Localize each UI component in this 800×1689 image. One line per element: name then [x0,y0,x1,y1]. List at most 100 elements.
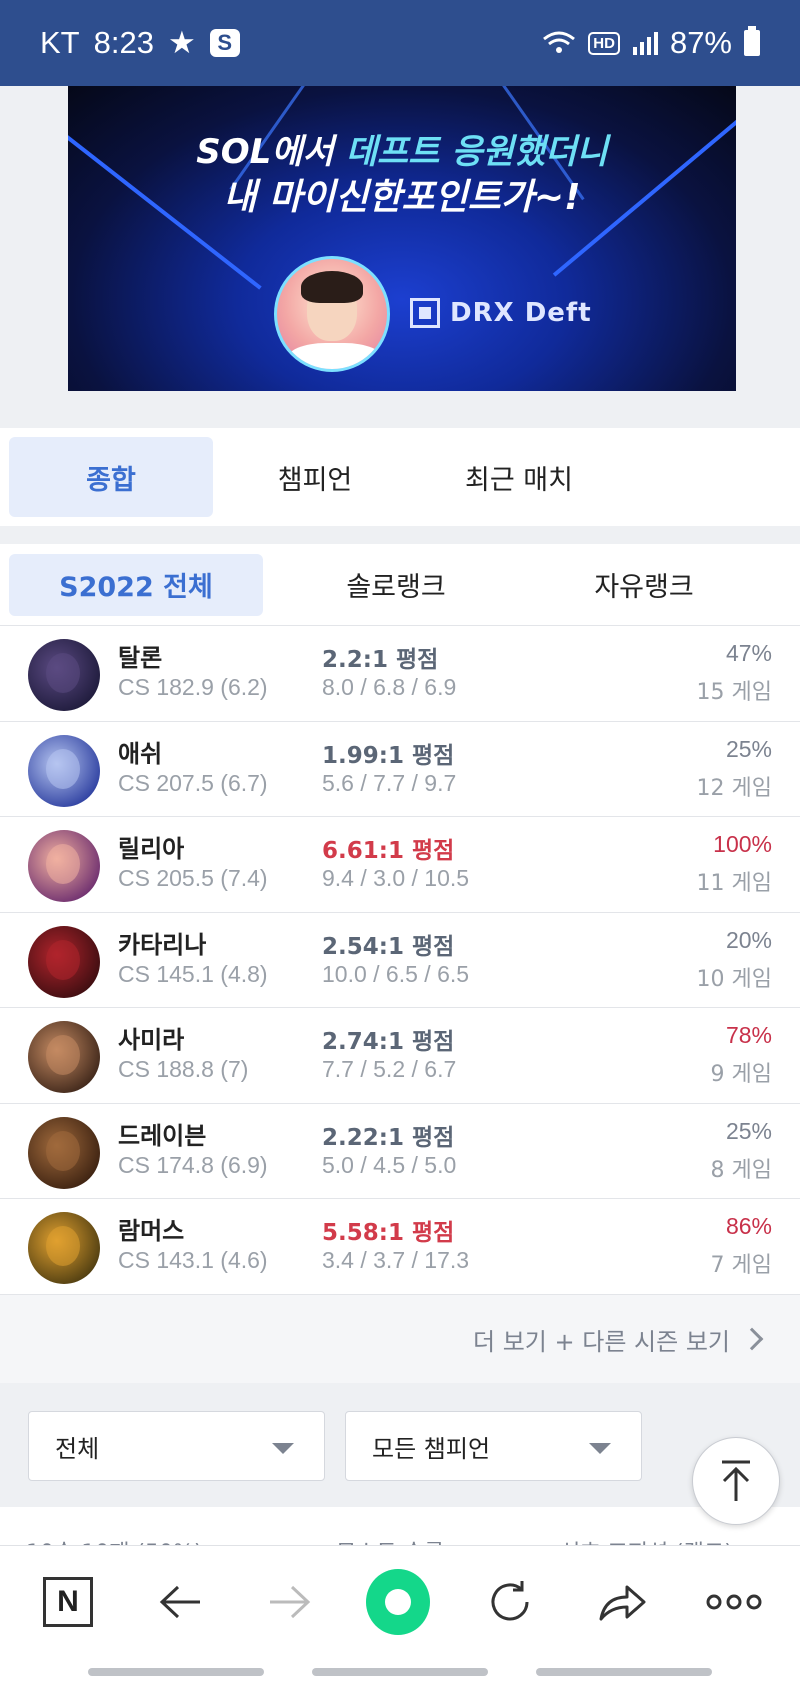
champion-cs: CS 145.1 (4.8) [118,960,268,987]
banner-headline: SOL에서 데프트 응원했더니 [196,132,608,172]
arrow-left-icon [159,1585,200,1619]
gesture-bar [312,1668,488,1676]
more-dots-icon [706,1594,762,1610]
season-tabs: S2022 전체 솔로랭크 자유랭크 [0,544,800,626]
carrier: KT [40,25,80,60]
more-seasons-link[interactable]: 더 보기 + 다른 시즌 보기 [0,1295,800,1383]
champion-avatar [28,1021,100,1093]
summary-header-peek: 10승 10패 (50%) 모스트 승률 선호 포지션 (랭크) [0,1507,800,1547]
wifi-icon [543,31,576,53]
list-item[interactable]: 탈론 CS 182.9 (6.2) 2.2:1 평점 8.0 / 6.8 / 6… [0,626,800,722]
champion-games: 7 게임 [710,1253,772,1278]
arrow-right-icon [270,1585,311,1619]
status-bar: KT 8:23 ★ S HD 87% [0,0,800,86]
tab-champion[interactable]: 챔피언 [213,437,417,517]
champion-avatar [28,925,100,998]
champion-cs: CS 182.9 (6.2) [118,674,268,700]
queue-select[interactable]: 전체 [28,1411,325,1481]
champion-avatar [28,734,100,807]
champion-winrate: 47% [725,640,772,666]
champion-avatar [28,1116,100,1189]
champion-avatar [28,1212,100,1284]
team-logo-icon [410,298,440,328]
team-brand: DRX Deft [410,298,592,328]
champion-name: 애쉬 [118,739,163,768]
banner-area: SOL에서 데프트 응원했더니 내 마이신한포인트가~! DRX Deft [0,86,800,428]
champion-kda: 3.4 / 3.7 / 17.3 [322,1247,470,1273]
list-item[interactable]: 릴리아 CS 205.5 (7.4) 6.61:1 평점 9.4 / 3.0 /… [0,817,800,913]
refresh-icon [491,1581,529,1621]
browser-toolbar: N [0,1545,800,1689]
battery-percent: 87% [669,25,732,60]
champion-name: 드레이븐 [118,1121,207,1150]
champion-cs: CS 207.5 (6.7) [118,769,268,796]
champion-winrate: 78% [725,1022,772,1048]
star-icon: ★ [167,25,196,60]
chevron-down-icon [589,1443,611,1454]
champion-kda-ratio: 5.58:1 평점 [322,1220,455,1246]
tab-summary[interactable]: 종합 [9,437,213,517]
tab-season-all[interactable]: S2022 전체 [9,553,263,616]
champion-select[interactable]: 모든 챔피언 [345,1411,642,1481]
champion-kda: 5.0 / 4.5 / 5.0 [322,1151,457,1178]
tab-recent-match[interactable]: 최근 매치 [417,437,621,517]
queue-select-value: 전체 [55,1434,100,1463]
list-item[interactable]: 사미라 CS 188.8 (7) 2.74:1 평점 7.7 / 5.2 / 6… [0,1008,800,1104]
forward-button[interactable] [258,1570,322,1634]
champion-kda-ratio: 2.54:1 평점 [322,933,455,960]
chevron-down-icon [272,1443,294,1454]
champion-avatar [28,639,100,711]
main-tabs: 종합 챔피언 최근 매치 [0,428,800,526]
promo-banner[interactable]: SOL에서 데프트 응원했더니 내 마이신한포인트가~! DRX Deft [68,86,736,391]
signal-icon [632,32,658,55]
home-button[interactable] [366,1569,430,1635]
champion-cs: CS 188.8 (7) [118,1056,249,1082]
list-item[interactable]: 카타리나 CS 145.1 (4.8) 2.54:1 평점 10.0 / 6.5… [0,913,800,1008]
tab-flex-rank[interactable]: 자유랭크 [529,554,759,616]
champion-kda-ratio: 2.2:1 평점 [322,647,439,673]
hd-icon: HD [588,31,620,55]
refresh-button[interactable] [478,1570,542,1634]
champion-list: 탈론 CS 182.9 (6.2) 2.2:1 평점 8.0 / 6.8 / 6… [0,626,800,1295]
champion-winrate: 100% [713,831,772,857]
champion-kda-ratio: 6.61:1 평점 [322,838,455,864]
list-item[interactable]: 애쉬 CS 207.5 (6.7) 1.99:1 평점 5.6 / 7.7 / … [0,722,800,817]
back-button[interactable] [148,1570,212,1634]
list-item[interactable]: 드레이븐 CS 174.8 (6.9) 2.22:1 평점 5.0 / 4.5 … [0,1104,800,1199]
battery-icon [744,26,760,56]
champion-kda-ratio: 2.74:1 평점 [322,1029,455,1055]
champion-avatar [28,830,100,902]
champion-cs: CS 174.8 (6.9) [118,1151,268,1178]
champion-winrate: 86% [725,1213,772,1239]
champion-name: 카타리나 [118,930,207,959]
gesture-bar [88,1668,264,1676]
champion-kda: 5.6 / 7.7 / 9.7 [322,769,457,796]
champion-games: 9 게임 [710,1062,772,1087]
share-button[interactable] [590,1570,654,1634]
champion-name: 사미라 [118,1026,185,1054]
list-item[interactable]: 람머스 CS 143.1 (4.6) 5.58:1 평점 3.4 / 3.7 /… [0,1199,800,1295]
player-photo [274,256,390,372]
naver-button[interactable]: N [36,1570,100,1634]
champion-name: 릴리아 [118,835,185,863]
more-menu-button[interactable] [702,1570,766,1634]
champion-winrate: 25% [725,735,772,762]
champion-kda-ratio: 2.22:1 평점 [322,1124,455,1151]
champion-select-value: 모든 챔피언 [372,1434,491,1463]
champion-name: 람머스 [118,1217,185,1245]
scroll-top-button[interactable] [692,1437,780,1525]
champion-winrate: 20% [725,926,772,953]
champion-kda-ratio: 1.99:1 평점 [322,742,455,769]
more-label: 더 보기 + 다른 시즌 보기 [473,1327,730,1356]
arrow-up-icon [722,1460,750,1501]
chevron-right-icon [740,1327,764,1351]
champion-games: 8 게임 [710,1157,772,1183]
share-icon [599,1585,646,1621]
champion-name: 탈론 [118,644,163,672]
champion-kda: 8.0 / 6.8 / 6.9 [322,674,457,700]
tab-solo-rank[interactable]: 솔로랭크 [263,554,529,616]
banner-subheadline: 내 마이신한포인트가~! [223,177,581,218]
champion-kda: 9.4 / 3.0 / 10.5 [322,865,470,891]
filter-bar: 전체 모든 챔피언 [0,1385,800,1505]
clock: 8:23 [93,25,154,60]
